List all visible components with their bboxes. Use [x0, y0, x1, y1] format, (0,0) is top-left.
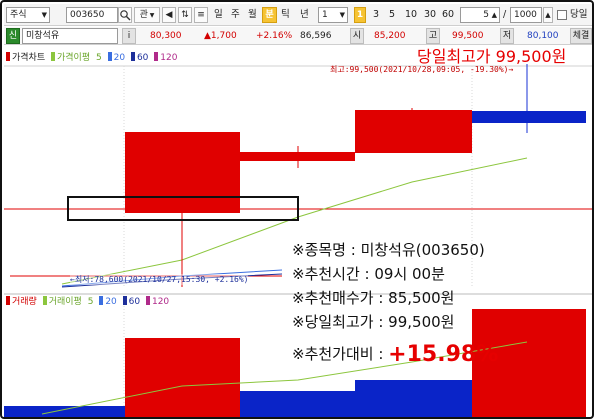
- legend-ma120[interactable]: 120: [160, 53, 177, 63]
- info-value: 85,500원: [388, 289, 455, 307]
- volume-bar: [4, 406, 125, 417]
- info-label: ※당일최고가 :: [292, 313, 389, 331]
- volume-legend: 거래량 거래이평 5 20 60 120: [6, 296, 172, 308]
- recommendation-info: ※종목명 : 미창석유(003650) ※추천시간 : 09시 00분 ※추천매…: [292, 238, 552, 367]
- info-row-high: ※당일최고가 : 99,500원: [292, 310, 552, 334]
- info-row-name: ※종목명 : 미창석유(003650): [292, 238, 552, 262]
- legend-vol-ma120[interactable]: 120: [152, 297, 169, 307]
- legend-marker: [130, 52, 135, 61]
- high-marker-label: 최고:99,500(2021/10/28,09:05, -19.30%)→: [330, 65, 514, 74]
- info-row-time: ※추천시간 : 09시 00분: [292, 262, 552, 286]
- chart-window: 주식 ▼ 003650 관 ▼ ◀ ⇅ ≡ 일 주 월 분 틱 년 1 ▼ 1 3 …: [0, 0, 594, 419]
- info-label: ※종목명 :: [292, 241, 361, 259]
- legend-marker: [145, 296, 150, 305]
- legend-ma20[interactable]: 20: [114, 53, 125, 63]
- legend-volume[interactable]: 거래량: [12, 297, 37, 307]
- legend-vol-ma5[interactable]: 5: [88, 297, 94, 307]
- info-label: ※추천매수가 :: [292, 289, 389, 307]
- legend-ma5[interactable]: 5: [96, 53, 102, 63]
- low-marker-label: ←최저:78,600(2021/10/27,15:30, +2.16%): [70, 274, 249, 285]
- info-row-buy: ※추천매수가 : 85,500원: [292, 286, 552, 310]
- legend-marker: [122, 296, 127, 305]
- legend-marker: [6, 296, 10, 305]
- legend-marker: [154, 52, 159, 61]
- legend-marker: [99, 296, 104, 305]
- legend-volume-ma[interactable]: 거래이평: [49, 297, 82, 307]
- legend-marker: [42, 296, 47, 305]
- info-row-diff: ※추천가대비 : +15.98%: [292, 342, 552, 367]
- info-value: 99,500원: [388, 313, 455, 331]
- info-value: 09시 00분: [374, 265, 445, 283]
- info-percent-value: +15.98%: [388, 342, 499, 367]
- volume-bar: [125, 338, 240, 417]
- info-label: ※추천가대비 :: [292, 345, 389, 363]
- volume-bar: [355, 380, 472, 417]
- legend-vol-ma60[interactable]: 60: [129, 297, 140, 307]
- legend-marker: [107, 52, 112, 61]
- candle-body: [472, 111, 586, 123]
- legend-vol-ma20[interactable]: 20: [105, 297, 116, 307]
- legend-price-chart[interactable]: 가격차트: [12, 53, 45, 63]
- candle-body: [355, 110, 472, 153]
- info-label: ※추천시간 :: [292, 265, 375, 283]
- legend-price-ma[interactable]: 가격이평: [57, 53, 90, 63]
- legend-ma60[interactable]: 60: [137, 53, 148, 63]
- candle-body: [125, 132, 240, 213]
- volume-bar: [240, 391, 355, 417]
- price-legend: 가격차트 가격이평 5 20 60 120: [6, 52, 180, 64]
- info-value: 미창석유(003650): [360, 241, 485, 259]
- legend-marker: [51, 52, 55, 61]
- legend-marker: [6, 52, 10, 61]
